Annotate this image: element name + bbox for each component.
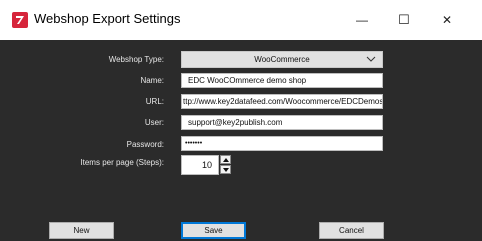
new-button[interactable]: New: [49, 222, 114, 239]
items-per-page-label: Items per page (Steps):: [80, 158, 164, 167]
spin-up-button[interactable]: [220, 155, 231, 164]
save-button[interactable]: Save: [181, 222, 246, 239]
chevron-down-icon: [366, 56, 376, 62]
window-title: Webshop Export Settings: [34, 11, 181, 26]
spin-down-button[interactable]: [220, 165, 231, 174]
maximize-button[interactable]: ☐: [389, 8, 419, 32]
webshop-type-select[interactable]: WooCommerce: [181, 51, 383, 68]
minimize-icon: —: [356, 13, 368, 27]
user-field[interactable]: support@key2publish.com: [181, 115, 383, 130]
items-per-page-input[interactable]: 10: [181, 155, 219, 175]
password-field[interactable]: •••••••: [181, 136, 383, 151]
close-icon: ✕: [441, 13, 453, 27]
password-label: Password:: [126, 140, 164, 149]
cancel-button[interactable]: Cancel: [319, 222, 384, 239]
name-label: Name:: [140, 76, 164, 85]
title-bar: Webshop Export Settings — ☐ ✕: [0, 0, 482, 40]
url-field[interactable]: ttp://www.key2datafeed.com/Woocommerce/E…: [181, 94, 383, 109]
minimize-button[interactable]: —: [347, 8, 377, 32]
webshop-type-label: Webshop Type:: [108, 55, 164, 64]
maximize-icon: ☐: [398, 12, 410, 27]
triangle-up-icon: [222, 157, 229, 162]
triangle-down-icon: [222, 167, 229, 172]
user-label: User:: [144, 118, 164, 127]
url-label: URL:: [145, 97, 164, 106]
name-field[interactable]: EDC WooCOmmerce demo shop: [181, 73, 383, 88]
app-logo-icon: [12, 12, 28, 28]
webshop-type-value: WooCommerce: [254, 55, 310, 64]
close-button[interactable]: ✕: [432, 8, 462, 32]
